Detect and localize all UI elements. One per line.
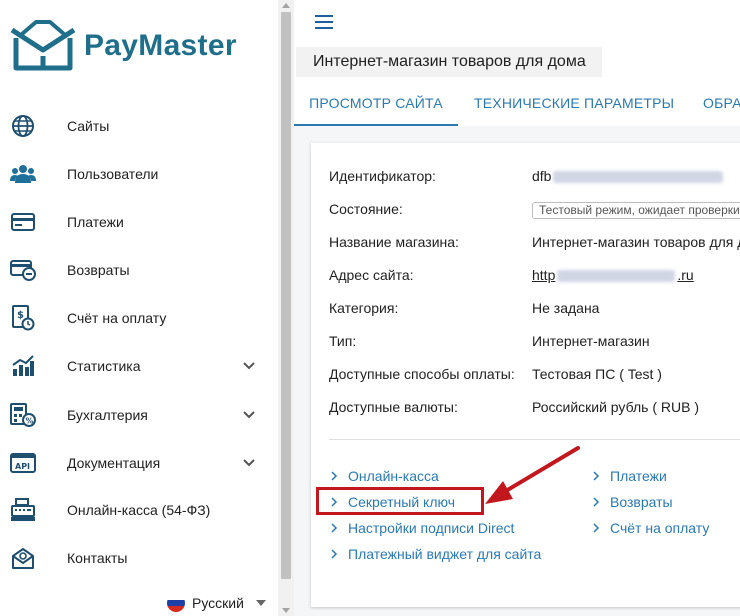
scroll-up-arrow-icon[interactable] <box>282 3 290 8</box>
site-info-card: Идентификатор: dfb Состояние: Тестовый р… <box>311 143 740 607</box>
bar-chart-icon <box>10 353 36 379</box>
info-value: Тестовая ПС ( Test ) <box>532 366 662 382</box>
chevron-down-icon[interactable] <box>241 455 257 471</box>
users-icon <box>10 161 36 187</box>
status-badge: Тестовый режим, ожидает проверки <box>532 202 740 219</box>
sidebar-item-label: Сайты <box>67 118 110 134</box>
refund-icon <box>10 257 36 283</box>
info-value: Интернет-магазин товаров для д <box>532 234 740 250</box>
sidebar-item-label: Контакты <box>67 550 128 566</box>
svg-text:%: % <box>26 417 34 426</box>
sidebar-item-online-kassa[interactable]: Онлайн-касса (54-ФЗ) <box>0 490 278 530</box>
paymaster-logo-icon <box>10 20 76 71</box>
sidebar-item-payments[interactable]: Платежи <box>0 202 278 242</box>
sidebar-item-sites[interactable]: Сайты <box>0 106 278 146</box>
sidebar-item-contacts[interactable]: Контакты <box>0 538 278 578</box>
globe-icon <box>10 113 36 139</box>
chevron-down-icon[interactable] <box>241 407 257 423</box>
sidebar-item-refunds[interactable]: Возвраты <box>0 250 278 290</box>
chevron-right-icon <box>331 549 338 559</box>
info-row-shop-name: Название магазина: Интернет-магазин това… <box>329 231 740 253</box>
paymaster-logo[interactable]: PayMaster <box>10 20 237 72</box>
info-row-payment-methods: Доступные способы оплаты: Тестовая ПС ( … <box>329 363 740 385</box>
link-invoice[interactable]: Счёт на оплату <box>592 520 709 536</box>
chevron-down-icon[interactable] <box>241 358 257 374</box>
site-url-link[interactable]: http .ru <box>532 264 694 286</box>
tab-bar: ПРОСМОТР САЙТА ТЕХНИЧЕСКИЕ ПАРАМЕТРЫ ОБР… <box>294 80 740 126</box>
sidebar-item-label: Платежи <box>67 214 124 230</box>
russia-flag-icon <box>167 594 185 612</box>
info-value: Тестовый режим, ожидает проверки <box>532 198 740 220</box>
main-content: Интернет-магазин товаров для дома ПРОСМО… <box>294 0 740 616</box>
sidebar-scrollbar[interactable] <box>278 0 294 616</box>
sidebar-item-label: Статистика <box>67 358 141 374</box>
info-value: Российский рубль ( RUB ) <box>532 399 699 415</box>
redacted-blur <box>553 171 724 184</box>
link-payment-widget[interactable]: Платежный виджет для сайта <box>330 546 541 562</box>
info-value: dfb <box>532 165 724 187</box>
info-key: Состояние: <box>329 201 403 217</box>
tab-technical-params[interactable]: ТЕХНИЧЕСКИЕ ПАРАМЕТРЫ <box>474 80 674 126</box>
chevron-right-icon <box>593 523 600 533</box>
link-payments[interactable]: Платежи <box>592 468 667 484</box>
redacted-blur <box>557 270 676 283</box>
tab-view-site[interactable]: ПРОСМОТР САЙТА <box>294 80 458 126</box>
sidebar-item-label: Бухгалтерия <box>67 407 148 423</box>
info-key: Идентификатор: <box>329 168 436 184</box>
api-doc-icon: API <box>10 450 36 476</box>
info-row-type: Тип: Интернет-магазин <box>329 330 740 352</box>
contact-mail-icon <box>10 545 36 571</box>
info-value: Не задана <box>532 300 600 316</box>
sidebar-item-label: Возвраты <box>67 262 130 278</box>
page-title: Интернет-магазин товаров для дома <box>296 47 602 77</box>
brand-name: PayMaster <box>84 29 237 62</box>
scroll-down-arrow-icon[interactable] <box>282 608 290 613</box>
info-value: Интернет-магазин <box>532 333 650 349</box>
sidebar-item-invoice[interactable]: $ Счёт на оплату <box>0 298 278 338</box>
sidebar-item-documentation[interactable]: API Документация <box>0 443 278 483</box>
info-row-identifier: Идентификатор: dfb <box>329 165 740 187</box>
sidebar-item-label: Счёт на оплату <box>67 310 167 326</box>
tab-truncated[interactable]: ОБРА <box>703 80 740 126</box>
info-row-currencies: Доступные валюты: Российский рубль ( RUB… <box>329 396 740 418</box>
sidebar-item-label: Документация <box>67 455 161 471</box>
info-row-category: Категория: Не задана <box>329 297 740 319</box>
invoice-icon: $ <box>10 305 36 331</box>
menu-hamburger-icon[interactable] <box>315 15 333 29</box>
sidebar-item-label: Онлайн-касса (54-ФЗ) <box>67 502 211 518</box>
info-key: Тип: <box>329 333 357 349</box>
link-online-kassa[interactable]: Онлайн-касса <box>330 468 439 484</box>
info-key: Доступные способы оплаты: <box>329 366 515 382</box>
chevron-right-icon <box>331 523 338 533</box>
highlight-annotation-box <box>316 487 484 515</box>
info-key: Доступные валюты: <box>329 399 458 415</box>
sidebar-item-label: Пользователи <box>67 166 159 182</box>
link-direct-signature-settings[interactable]: Настройки подписи Direct <box>330 520 514 536</box>
sidebar-item-accounting[interactable]: % Бухгалтерия <box>0 395 278 435</box>
divider <box>329 439 740 440</box>
chevron-right-icon <box>331 471 338 481</box>
language-selector[interactable]: Русский <box>167 594 266 612</box>
scrollbar-thumb[interactable] <box>281 12 291 579</box>
info-key: Адрес сайта: <box>329 267 414 283</box>
info-row-status: Состояние: Тестовый режим, ожидает прове… <box>329 198 740 220</box>
info-key: Название магазина: <box>329 234 459 250</box>
cash-register-icon <box>10 497 36 523</box>
info-row-site-url: Адрес сайта: http .ru <box>329 264 740 286</box>
svg-text:$: $ <box>17 310 24 321</box>
sidebar-item-users[interactable]: Пользователи <box>0 154 278 194</box>
language-label: Русский <box>192 595 244 611</box>
accounting-icon: % <box>10 402 36 428</box>
caret-down-icon <box>255 600 266 606</box>
app-window: PayMaster Сайты Пользователи Платежи Воз… <box>0 0 740 616</box>
annotation-arrow-icon <box>485 446 580 504</box>
svg-text:API: API <box>15 462 30 471</box>
sidebar: PayMaster Сайты Пользователи Платежи Воз… <box>0 0 278 616</box>
credit-card-icon <box>10 209 36 235</box>
info-key: Категория: <box>329 300 399 316</box>
sidebar-item-statistics[interactable]: Статистика <box>0 346 278 386</box>
link-refunds[interactable]: Возвраты <box>592 494 673 510</box>
